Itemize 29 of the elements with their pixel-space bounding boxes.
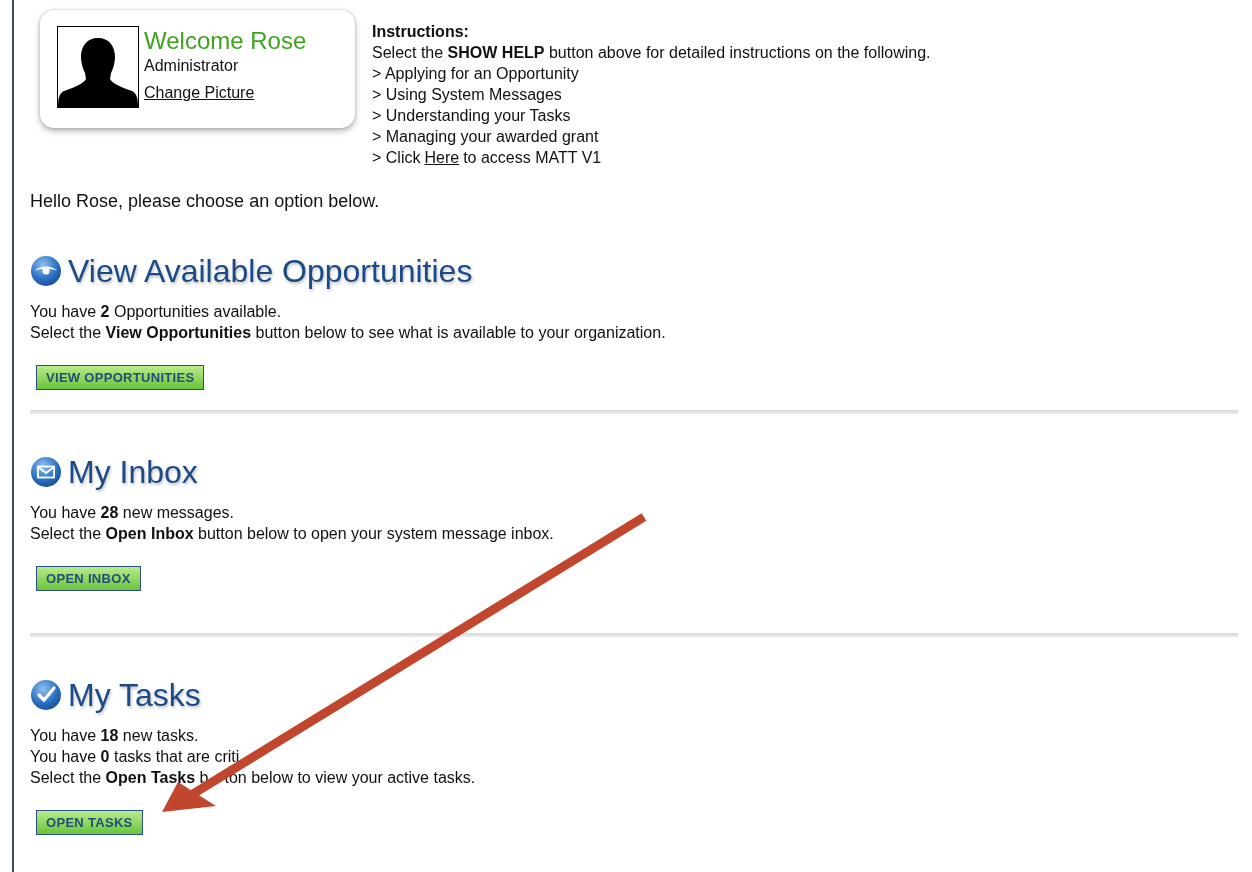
- eye-icon: [30, 255, 62, 287]
- section-title: My Tasks: [68, 676, 201, 715]
- section-button[interactable]: OPEN INBOX: [36, 566, 141, 591]
- greeting-text: Hello Rose, please choose an option below.: [30, 190, 381, 212]
- section-text: You have 2 Opportunities available.: [30, 302, 283, 322]
- instruction-item: > Managing your awarded grant: [372, 127, 600, 147]
- section-button[interactable]: VIEW OPPORTUNITIES: [36, 365, 205, 390]
- section-text: You have 18 new tasks.: [30, 726, 200, 746]
- welcome-title: Welcome Rose: [144, 26, 307, 56]
- instruction-item: > Using System Messages: [372, 85, 563, 105]
- avatar-silhouette-icon: [57, 26, 139, 108]
- instruction-item: > Applying for an Opportunity: [372, 64, 580, 84]
- instruction-item: to access MATT V1: [463, 148, 602, 168]
- section-text: Select the Open Inbox button below to open your system message inbox.: [30, 524, 554, 544]
- section-text: You have 28 new messages.: [30, 503, 235, 523]
- here-link[interactable]: Here: [424, 147, 460, 168]
- instructions-title: Instructions:: [372, 22, 470, 42]
- section-title: My Inbox: [68, 453, 198, 492]
- section-button[interactable]: OPEN TASKS: [36, 810, 143, 835]
- section-title: View Available Opportunities: [68, 252, 473, 291]
- instructions-text: Select the SHOW HELP button above for detailed instructions on the following.: [372, 43, 931, 63]
- change-picture-link[interactable]: Change Picture: [144, 84, 307, 102]
- instruction-item: > Click: [372, 148, 421, 168]
- user-role: Administrator: [144, 56, 240, 76]
- check-icon: [30, 679, 62, 711]
- envelope-icon: [30, 456, 62, 488]
- section-text: Select the View Opportunities button below to see what is available to your organization.: [30, 323, 666, 343]
- instruction-item: > Understanding your Tasks: [372, 106, 572, 126]
- section-text: You have 0 tasks that are criti: [30, 747, 241, 767]
